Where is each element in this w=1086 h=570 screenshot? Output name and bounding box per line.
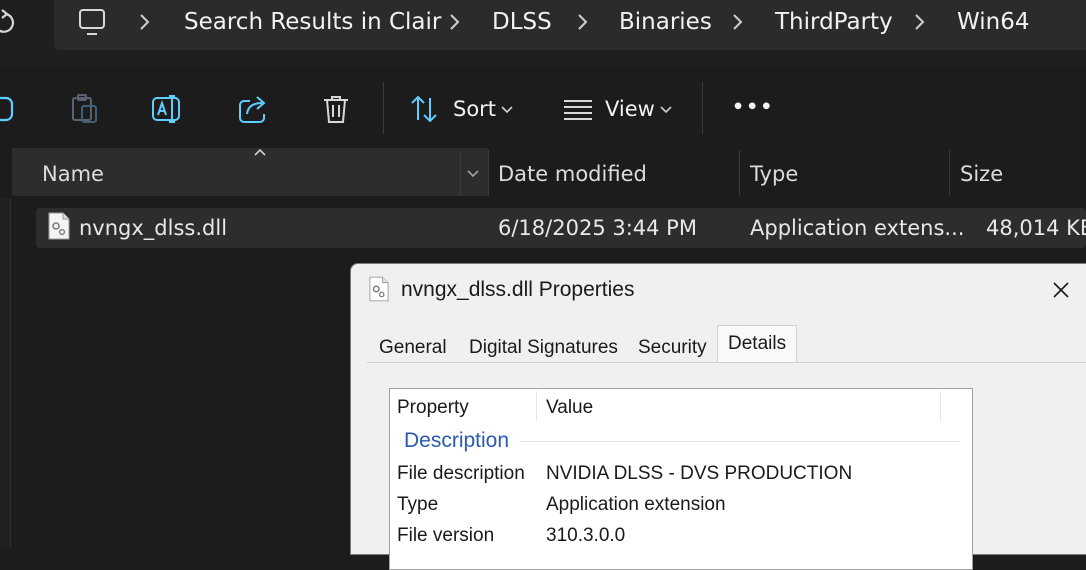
view-icon[interactable] xyxy=(561,92,595,126)
group-header-description: Description xyxy=(404,429,510,452)
breadcrumb-item-thirdparty[interactable]: ThirdParty xyxy=(775,9,893,35)
dll-file-icon xyxy=(48,212,70,240)
rename-icon[interactable] xyxy=(150,92,184,126)
chevron-right-icon xyxy=(915,14,925,30)
sort-button[interactable]: Sort xyxy=(453,97,496,121)
breadcrumb-item-dlss[interactable]: DLSS xyxy=(492,9,552,35)
property-value[interactable]: NVIDIA DLSS - DVS PRODUCTION xyxy=(546,463,852,485)
monitor-icon[interactable] xyxy=(78,8,106,36)
address-bar-area: Search Results in Clair DLSS Binaries Th… xyxy=(0,0,1086,66)
tab-strip-border xyxy=(367,362,1086,363)
dll-file-icon xyxy=(369,276,389,302)
file-name[interactable]: nvngx_dlss.dll xyxy=(79,216,227,240)
toolbar-divider xyxy=(383,82,384,134)
property-value[interactable]: 310.3.0.0 xyxy=(546,525,625,547)
column-header-size[interactable]: Size xyxy=(960,162,1003,186)
column-header-name[interactable]: Name xyxy=(42,162,104,186)
view-button[interactable]: View xyxy=(605,97,655,121)
property-name[interactable]: File version xyxy=(397,525,494,547)
breadcrumb-item-win64[interactable]: Win64 xyxy=(957,9,1029,35)
column-divider[interactable] xyxy=(460,150,461,196)
file-size: 48,014 KB xyxy=(986,216,1086,240)
tab-security[interactable]: Security xyxy=(628,327,717,363)
column-filter-chevron-icon[interactable] xyxy=(467,170,479,178)
chevron-right-icon xyxy=(450,14,460,30)
chevron-down-icon xyxy=(501,106,513,114)
close-icon[interactable] xyxy=(1051,280,1071,300)
delete-icon[interactable] xyxy=(319,92,353,126)
more-options-button[interactable]: ••• xyxy=(732,96,774,118)
chevron-right-icon xyxy=(578,14,588,30)
column-divider[interactable] xyxy=(536,391,537,421)
chevron-right-icon xyxy=(140,14,150,30)
file-date: 6/18/2025 3:44 PM xyxy=(498,216,697,240)
refresh-icon[interactable] xyxy=(0,8,16,38)
toolbar-divider xyxy=(702,82,703,134)
tab-details[interactable]: Details xyxy=(717,325,798,363)
properties-dialog: nvngx_dlss.dll Properties General Digita… xyxy=(350,263,1086,570)
details-list[interactable]: Property Value Description File descript… xyxy=(389,388,973,570)
dialog-title: nvngx_dlss.dll Properties xyxy=(401,278,635,301)
chevron-down-icon xyxy=(660,106,672,114)
property-value[interactable]: Application extension xyxy=(546,494,726,516)
tab-general[interactable]: General xyxy=(369,327,457,363)
property-name[interactable]: Type xyxy=(397,494,438,516)
file-type: Application extens... xyxy=(750,216,965,240)
new-icon[interactable] xyxy=(0,92,20,126)
column-divider[interactable] xyxy=(949,150,950,196)
navigation-pane-edge xyxy=(0,150,11,547)
group-divider xyxy=(520,441,960,442)
column-header-property[interactable]: Property xyxy=(397,397,469,419)
tab-digital-signatures[interactable]: Digital Signatures xyxy=(459,327,628,363)
breadcrumb-item-binaries[interactable]: Binaries xyxy=(619,9,712,35)
share-icon[interactable] xyxy=(236,92,270,126)
column-header-type[interactable]: Type xyxy=(750,162,798,186)
column-header-value[interactable]: Value xyxy=(546,397,593,419)
column-divider[interactable] xyxy=(940,391,941,421)
column-divider[interactable] xyxy=(739,150,740,196)
property-name[interactable]: File description xyxy=(397,463,525,485)
sort-ascending-icon xyxy=(254,148,266,156)
sort-icon[interactable] xyxy=(408,92,442,126)
chevron-right-icon xyxy=(733,14,743,30)
paste-icon[interactable] xyxy=(67,92,101,126)
breadcrumb-item-search-results[interactable]: Search Results in Clair xyxy=(184,9,441,35)
column-divider[interactable] xyxy=(488,150,489,196)
column-header-date[interactable]: Date modified xyxy=(498,162,647,186)
